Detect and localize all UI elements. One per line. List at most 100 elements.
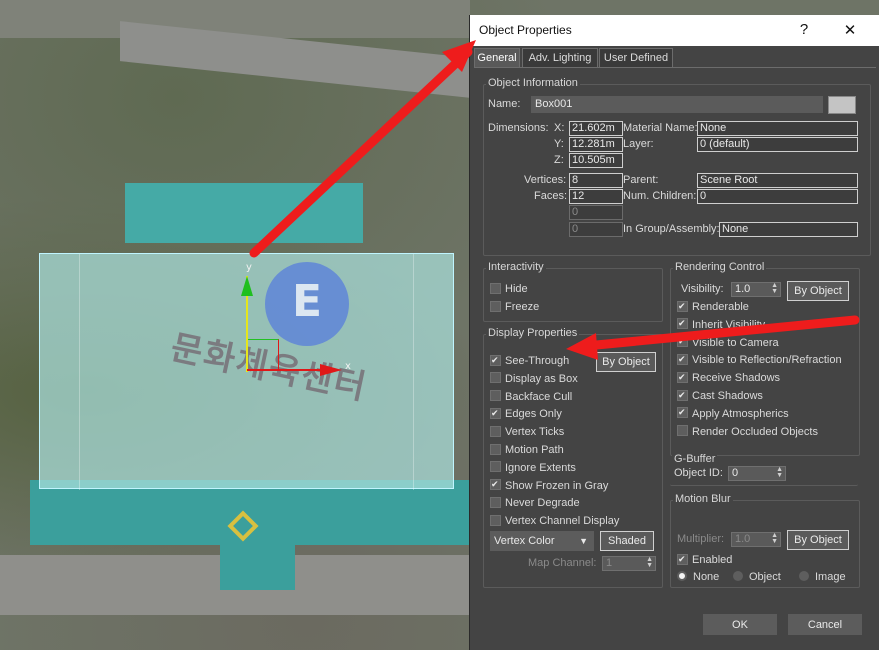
radio-image[interactable]: Image (799, 571, 846, 583)
display-by-object-button[interactable]: By Object (596, 352, 656, 372)
num-children-value: 0 (697, 189, 858, 204)
checkbox-label: Motion Path (505, 444, 564, 456)
spinner-arrows-icon[interactable]: ▲ ▼ (771, 282, 778, 295)
checkbox-never-degrade[interactable]: Never Degrade (490, 496, 580, 509)
checkbox-receive-shadows[interactable]: Receive Shadows (677, 371, 780, 384)
checkbox-box (677, 371, 688, 383)
rendering-control-group: Rendering Control Visibility: 1.0 ▲ ▼ By O… (670, 261, 860, 456)
checkbox-label: Display as Box (505, 372, 578, 385)
building-roof (220, 545, 295, 590)
dialog-title: Object Properties (479, 23, 572, 37)
object-properties-dialog: Object Properties ? ✕ General Adv. Light… (469, 15, 879, 650)
dim-x-label: X: (554, 122, 565, 134)
checkbox-visible-to-camera[interactable]: Visible to Camera (677, 336, 779, 349)
spinner-value: 0 (732, 467, 739, 479)
radio-object[interactable]: Object (733, 571, 781, 583)
checkbox-box (490, 461, 501, 473)
checkbox-label: See-Through (505, 355, 570, 367)
group-assembly-label: In Group/Assembly: (623, 223, 720, 235)
map-channel-spinner[interactable]: 1 ▲ ▼ (602, 556, 656, 571)
vertex-color-dropdown[interactable]: Vertex Color ▼ (490, 531, 594, 551)
spinner-arrows-icon[interactable]: ▲ ▼ (646, 556, 653, 569)
checkbox-motion-path[interactable]: Motion Path (490, 443, 564, 456)
object-color-swatch[interactable] (828, 96, 856, 114)
group-title: Interactivity (486, 261, 546, 273)
checkbox-vertex-channel-display[interactable]: Vertex Channel Display (490, 514, 620, 528)
dialog-titlebar[interactable]: Object Properties ? ✕ (470, 15, 879, 46)
checkbox-inherit-visibility[interactable]: Inherit Visibility (677, 318, 765, 331)
visibility-label: Visibility: (681, 283, 724, 295)
building-roof (30, 480, 470, 545)
object-id-spinner[interactable]: 0 ▲ ▼ (728, 466, 786, 481)
help-button[interactable]: ? (794, 21, 814, 38)
extra-count-field: 0 (569, 205, 623, 220)
checkbox-vertex-ticks[interactable]: Vertex Ticks (490, 425, 564, 438)
checkbox-freeze[interactable]: Freeze (490, 300, 539, 313)
checkbox-box (490, 372, 501, 384)
gizmo-x-arrow-icon[interactable] (320, 364, 342, 376)
checkbox-backface-cull[interactable]: Backface Cull (490, 390, 573, 403)
material-name-value: None (697, 121, 858, 136)
checkbox-enabled[interactable]: Enabled (677, 553, 733, 566)
spinner-arrows-icon[interactable]: ▲ ▼ (776, 466, 783, 479)
tab-general[interactable]: General (474, 48, 520, 67)
checkbox-show-frozen-in-gray[interactable]: Show Frozen in Gray (490, 479, 608, 492)
checkbox-renderable[interactable]: Renderable (677, 300, 749, 313)
ok-button[interactable]: OK (703, 614, 777, 635)
checkbox-box (677, 353, 688, 365)
gizmo-plane-handle[interactable] (248, 339, 279, 370)
checkbox-visible-to-reflection-refraction[interactable]: Visible to Reflection/Refraction (677, 353, 842, 366)
g-buffer-group: G-Buffer Object ID: 0 ▲ ▼ (670, 453, 858, 486)
checkbox-label: Render Occluded Objects (692, 425, 818, 438)
checkbox-apply-atmospherics[interactable]: Apply Atmospherics (677, 407, 789, 420)
checkbox-label: Ignore Extents (505, 461, 576, 474)
faces-value: 12 (569, 189, 623, 204)
checkbox-box (490, 282, 501, 294)
radio-none[interactable]: None (677, 571, 719, 583)
dim-y-label: Y: (554, 138, 564, 150)
tab-adv-lighting[interactable]: Adv. Lighting (522, 48, 598, 67)
checkbox-box (677, 318, 688, 330)
helipad-marking: E (265, 262, 349, 346)
multiplier-spinner[interactable]: 1.0 ▲ ▼ (731, 532, 781, 547)
checkbox-render-occluded-objects[interactable]: Render Occluded Objects (677, 425, 818, 438)
checkbox-label: Backface Cull (505, 390, 573, 403)
checkbox-box (490, 514, 501, 526)
checkbox-box (490, 407, 501, 419)
dropdown-value: Vertex Color (494, 535, 555, 547)
checkbox-box (677, 407, 688, 419)
spinner-arrows-icon[interactable]: ▲ ▼ (771, 532, 778, 545)
checkbox-edges-only[interactable]: Edges Only (490, 407, 562, 420)
checkbox-ignore-extents[interactable]: Ignore Extents (490, 461, 576, 474)
checkbox-display-as-box[interactable]: Display as Box (490, 372, 578, 385)
dimensions-label: Dimensions: (488, 122, 549, 134)
interactivity-group: Interactivity Hide Freeze (483, 261, 663, 322)
name-field[interactable]: Box001 (531, 96, 823, 113)
num-children-label: Num. Children: (623, 190, 697, 202)
radio-label: Object (749, 571, 781, 583)
cancel-button[interactable]: Cancel (788, 614, 862, 635)
display-properties-group: Display Properties By Object Vertex Colo… (483, 327, 663, 588)
group-title: Rendering Control (673, 261, 767, 273)
motion-blur-by-object-button[interactable]: By Object (787, 530, 849, 550)
checkbox-box (677, 336, 688, 348)
checkbox-hide[interactable]: Hide (490, 282, 528, 295)
checkbox-label: Enabled (692, 554, 733, 566)
object-id-label: Object ID: (674, 467, 723, 479)
checkbox-label: Vertex Channel Display (505, 515, 620, 528)
visibility-spinner[interactable]: 1.0 ▲ ▼ (731, 282, 781, 297)
axis-y-label: y (246, 262, 252, 273)
tab-user-defined[interactable]: User Defined (599, 48, 673, 67)
chevron-down-icon: ▼ (579, 536, 588, 546)
checkbox-cast-shadows[interactable]: Cast Shadows (677, 389, 763, 402)
close-button[interactable]: ✕ (840, 21, 860, 39)
checkbox-box (677, 300, 688, 312)
multiplier-label: Multiplier: (677, 533, 725, 545)
checkbox-box (490, 354, 501, 366)
gizmo-y-arrow-icon[interactable] (241, 276, 253, 296)
shaded-button[interactable]: Shaded (600, 531, 654, 551)
checkbox-see-through[interactable]: See-Through (490, 354, 570, 367)
rendering-by-object-button[interactable]: By Object (787, 281, 849, 301)
group-title: Display Properties (486, 327, 580, 339)
checkbox-box (490, 479, 501, 491)
